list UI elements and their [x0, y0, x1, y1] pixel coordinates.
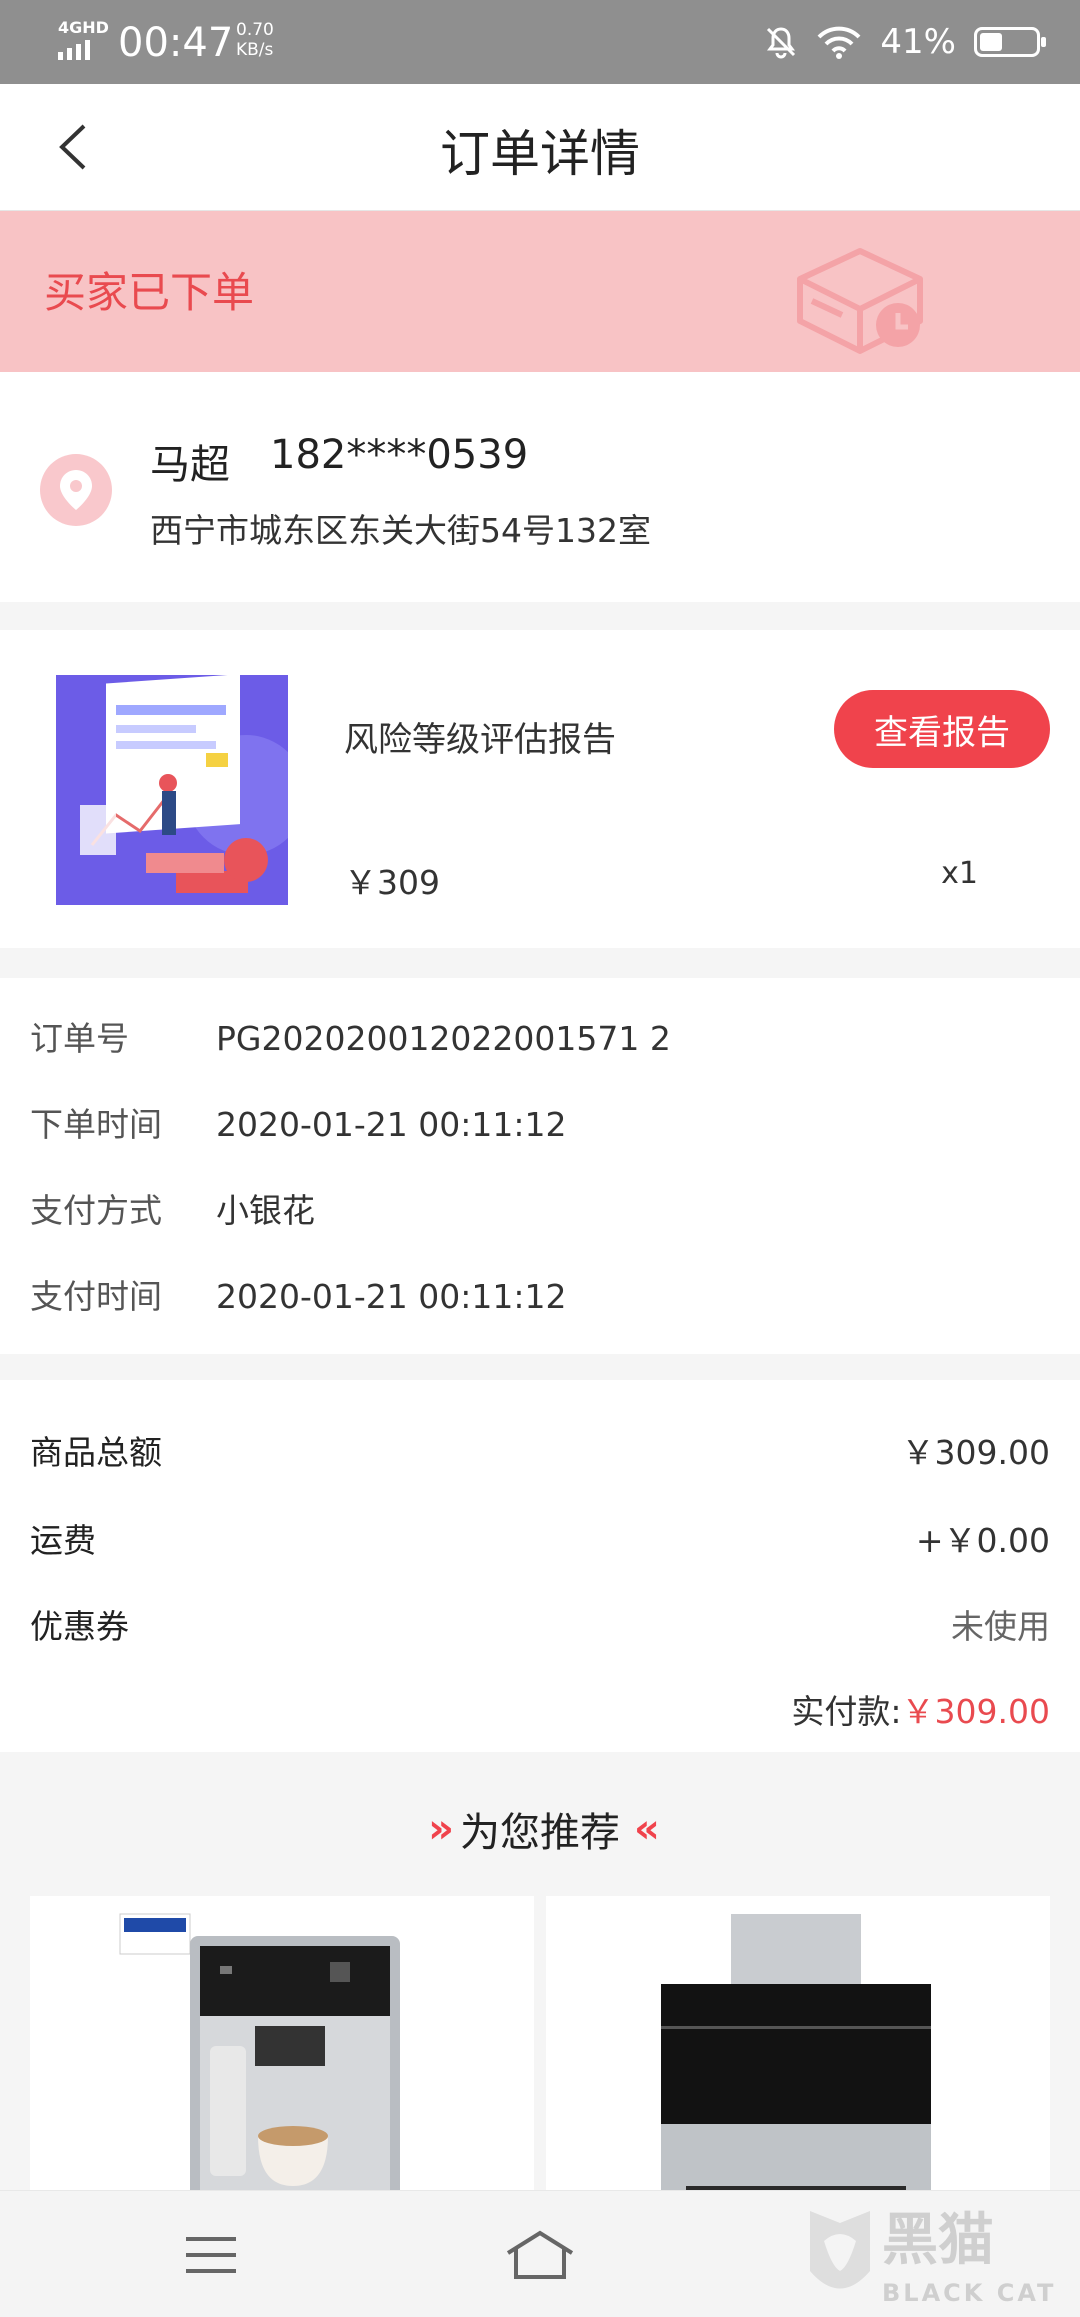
svg-text:黑猫: 黑猫 — [882, 2208, 994, 2273]
menu-icon[interactable] — [184, 2235, 238, 2275]
goods-total-row: 商品总额 ￥309.00 — [30, 1426, 1050, 1474]
recommend-title: 为您推荐 — [460, 1810, 620, 1856]
product-thumbnail[interactable] — [56, 675, 288, 905]
goods-total-label: 商品总额 — [30, 1433, 162, 1472]
shipping-value: +￥0.00 — [915, 1521, 1050, 1560]
address-detail: 西宁市城东区东关大街54号132室 — [150, 511, 651, 550]
order-number: PG202020012022001571 2 — [216, 1019, 671, 1058]
coupon-row: 优惠券 未使用 — [30, 1600, 1050, 1648]
shipping-address[interactable]: 马超 182****0539 西宁市城东区东关大街54号132室 — [0, 372, 1080, 602]
payment-time: 2020-01-21 00:11:12 — [216, 1277, 567, 1316]
coupon-value: 未使用 — [951, 1607, 1050, 1646]
double-chevron-left-icon: « — [634, 1806, 660, 1852]
network-type: 4GHD — [58, 18, 109, 37]
paid-amount: ￥309.00 — [901, 1692, 1050, 1731]
location-pin-icon — [40, 454, 112, 526]
speed-value: 0.70 — [236, 20, 274, 40]
paid-label: 实付款: — [791, 1692, 902, 1731]
home-icon[interactable] — [504, 2229, 576, 2281]
payment-method-row: 支付方式 小银花 — [30, 1184, 315, 1244]
info-label: 订单号 — [30, 1019, 129, 1058]
battery-icon — [974, 27, 1046, 57]
shipping-row: 运费 +￥0.00 — [30, 1514, 1050, 1562]
order-status-text: 买家已下单 — [44, 268, 255, 317]
svg-text:BLACK CAT: BLACK CAT — [882, 2279, 1056, 2307]
clock: 00:47 — [118, 20, 234, 66]
signal-icon — [58, 40, 90, 60]
order-status-banner: 买家已下单 — [0, 211, 1080, 372]
price-summary: 商品总额 ￥309.00 运费 +￥0.00 优惠券 未使用 实付款:￥309.… — [0, 1380, 1080, 1752]
view-report-button[interactable]: 查看报告 — [834, 690, 1050, 768]
wifi-icon — [817, 26, 861, 59]
product-item: 风险等级评估报告 查看报告 ￥309 x1 — [0, 630, 1080, 948]
shipping-label: 运费 — [30, 1521, 96, 1560]
status-right: 41% — [764, 14, 1046, 70]
recommend-heading: » 为您推荐 « — [0, 1800, 1080, 1858]
product-name: 风险等级评估报告 — [344, 720, 616, 760]
system-nav-bar: 黑猫 BLACK CAT — [0, 2190, 1080, 2317]
product-quantity: x1 — [941, 856, 978, 891]
recipient-name: 马超 — [150, 442, 230, 488]
goods-total-value: ￥309.00 — [901, 1433, 1050, 1472]
speed-unit: KB/s — [236, 40, 274, 60]
product-price: ￥309 — [344, 863, 440, 902]
info-label: 下单时间 — [30, 1105, 162, 1144]
coupon-label: 优惠券 — [30, 1607, 129, 1646]
page-title: 订单详情 — [440, 125, 640, 183]
order-number-row: 订单号 PG202020012022001571 2 — [30, 1012, 671, 1072]
network-speed: 0.70 KB/s — [236, 20, 274, 60]
info-label: 支付时间 — [30, 1277, 162, 1316]
recipient-phone: 182****0539 — [270, 432, 529, 478]
package-clock-icon — [797, 248, 923, 354]
order-time: 2020-01-21 00:11:12 — [216, 1105, 567, 1144]
battery-fill — [980, 33, 1002, 51]
order-info: 订单号 PG202020012022001571 2 下单时间 2020-01-21… — [0, 978, 1080, 1354]
battery-percent: 41% — [880, 22, 956, 62]
mute-bell-icon — [767, 27, 796, 59]
payment-method: 小银花 — [216, 1191, 315, 1230]
status-bar: 4GHD 00:47 0.70 KB/s 41% — [0, 0, 1080, 84]
paid-amount-row: 实付款:￥309.00 — [791, 1685, 1050, 1733]
black-cat-watermark-logo: 黑猫 BLACK CAT — [800, 2201, 1070, 2311]
order-time-row: 下单时间 2020-01-21 00:11:12 — [30, 1098, 566, 1158]
payment-time-row: 支付时间 2020-01-21 00:11:12 — [30, 1270, 566, 1330]
page-header: 订单详情 — [0, 84, 1080, 211]
double-chevron-right-icon: » — [428, 1806, 454, 1852]
info-label: 支付方式 — [30, 1191, 162, 1230]
